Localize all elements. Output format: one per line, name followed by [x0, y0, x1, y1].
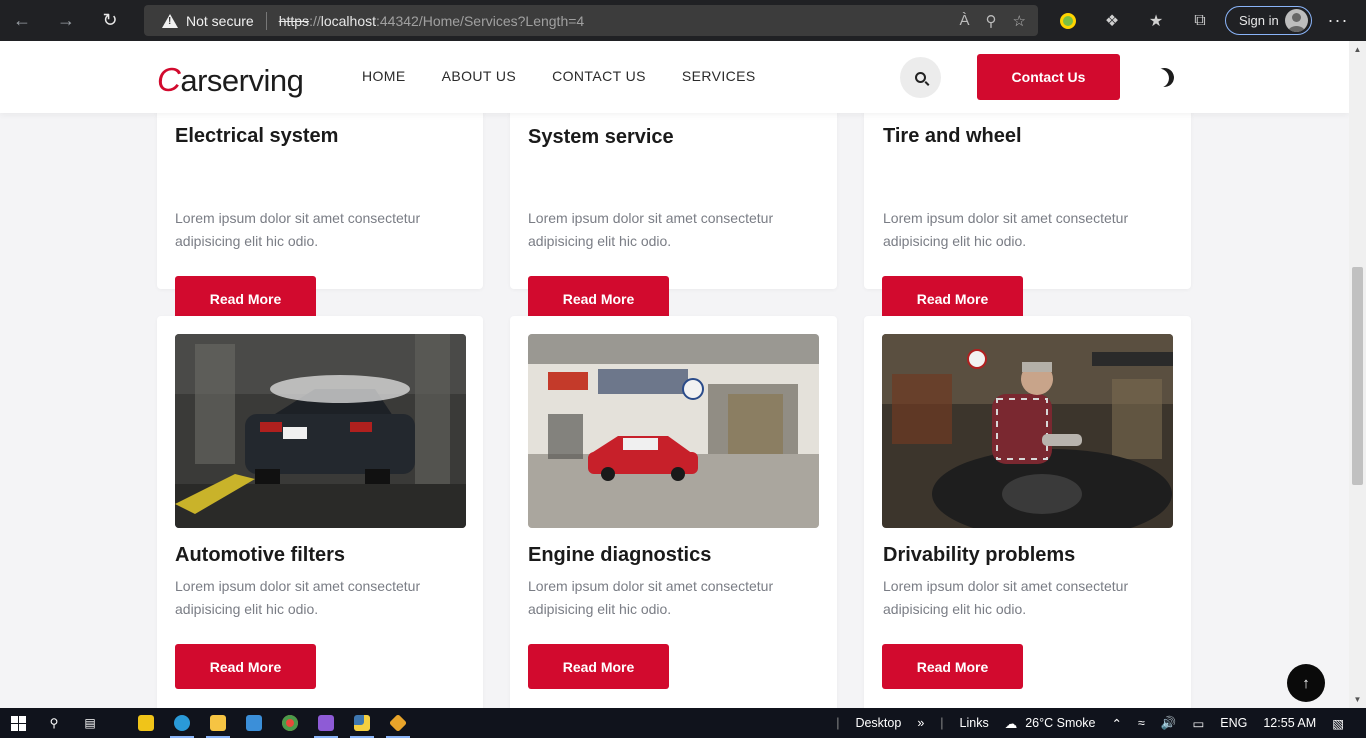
read-more-button[interactable]: Read More: [175, 276, 316, 321]
divider: |: [940, 716, 944, 730]
security-label: Not secure: [186, 12, 254, 29]
url-text[interactable]: https://localhost:44342/Home/Services?Le…: [279, 13, 585, 29]
page-viewport: Electrical system Lorem ipsum dolor sit …: [0, 41, 1349, 708]
divider: [108, 708, 128, 738]
edge-app-icon[interactable]: [164, 708, 200, 738]
collections-icon[interactable]: ⧉: [1178, 0, 1222, 41]
warning-icon: [162, 13, 178, 28]
address-bar[interactable]: Not secure https://localhost:44342/Home/…: [144, 5, 1038, 36]
language-indicator[interactable]: ENG: [1220, 716, 1247, 730]
task-view-icon[interactable]: ▤: [72, 708, 108, 738]
forward-icon[interactable]: →: [44, 0, 88, 41]
arrow-up-icon: ↑: [1302, 674, 1310, 692]
service-card: Drivability problems Lorem ipsum dolor s…: [864, 316, 1191, 708]
service-title: Tire and wheel: [883, 125, 1022, 147]
volume-icon[interactable]: 🔊: [1161, 716, 1177, 731]
mechanic-image: [882, 334, 1173, 528]
refresh-icon[interactable]: ↻: [88, 0, 132, 41]
divider: [265, 11, 267, 30]
service-card: Tire and wheel Lorem ipsum dolor sit ame…: [864, 91, 1191, 321]
service-title: System service: [528, 126, 674, 148]
service-title: Drivability problems: [883, 544, 1076, 566]
service-description: Lorem ipsum dolor sit amet consectetur a…: [883, 578, 1129, 617]
service-title: Automotive filters: [175, 544, 346, 566]
security-indicator[interactable]: Not secure: [144, 13, 254, 29]
mail-app-icon[interactable]: [236, 708, 272, 738]
car-wash-image: [175, 334, 466, 528]
links-toolbar[interactable]: Links: [960, 716, 989, 730]
service-card: Electrical system Lorem ipsum dolor sit …: [157, 91, 483, 321]
battery-icon[interactable]: ▭: [1192, 716, 1204, 731]
nav-link-services[interactable]: SERVICES: [682, 68, 756, 84]
read-more-button[interactable]: Read More: [882, 276, 1023, 321]
back-to-top-button[interactable]: ↑: [1287, 664, 1325, 702]
service-description: Lorem ipsum dolor sit amet consectetur a…: [528, 210, 774, 249]
notifications-icon[interactable]: ▧: [1332, 716, 1344, 731]
read-more-button[interactable]: Read More: [882, 644, 1023, 689]
chrome-app-icon[interactable]: [272, 708, 308, 738]
chevron-icon[interactable]: »: [917, 716, 924, 730]
service-title: Engine diagnostics: [528, 544, 712, 566]
read-more-button[interactable]: Read More: [528, 644, 669, 689]
extensions-icon[interactable]: ❖: [1090, 0, 1134, 41]
site-navbar: Carserving HOME ABOUT US CONTACT US SERV…: [0, 41, 1349, 113]
service-title: Electrical system: [175, 125, 339, 147]
start-button[interactable]: [0, 708, 36, 738]
read-more-button[interactable]: Read More: [175, 644, 316, 689]
service-description: Lorem ipsum dolor sit amet consectetur a…: [175, 210, 421, 249]
desktop-toolbar[interactable]: Desktop: [855, 716, 901, 730]
weather-icon: ☁: [1004, 716, 1018, 731]
scroll-up-icon[interactable]: ▲: [1349, 41, 1366, 58]
store-app-icon[interactable]: [128, 708, 164, 738]
clock[interactable]: 12:55 AM: [1263, 716, 1316, 730]
weather-text[interactable]: 26°C Smoke: [1025, 716, 1095, 730]
zoom-out-icon[interactable]: ⚲: [986, 12, 997, 30]
contact-us-button[interactable]: Contact Us: [977, 54, 1120, 100]
garage-image: [528, 334, 819, 528]
back-icon[interactable]: ←: [0, 0, 44, 41]
page-scrollbar[interactable]: ▲ ▼: [1349, 41, 1366, 708]
nav-link-home[interactable]: HOME: [362, 68, 406, 84]
extension-badge-icon[interactable]: [1046, 0, 1090, 41]
sign-in-label: Sign in: [1239, 13, 1279, 28]
visual-studio-icon[interactable]: [308, 708, 344, 738]
add-favorite-icon[interactable]: ☆: [1013, 12, 1026, 30]
search-button[interactable]: [900, 57, 941, 98]
avatar: [1285, 9, 1308, 32]
search-icon: [915, 72, 926, 83]
browser-toolbar: ← → ↻ Not secure https://localhost:44342…: [0, 0, 1366, 41]
file-explorer-icon[interactable]: [200, 708, 236, 738]
nav-link-about-us[interactable]: ABOUT US: [442, 68, 517, 84]
favorites-icon[interactable]: ★: [1134, 0, 1178, 41]
system-tray: | Desktop » | Links ☁ 26°C Smoke ⌃ ≈ 🔊 ▭…: [828, 708, 1366, 738]
service-description: Lorem ipsum dolor sit amet consectetur a…: [528, 578, 774, 617]
windows-taskbar: ⚲ ▤ | Desktop » | Links ☁ 26°C Smoke ⌃ ≈…: [0, 708, 1366, 738]
site-logo[interactable]: Carserving: [157, 61, 304, 99]
nav-link-contact-us[interactable]: CONTACT US: [552, 68, 646, 84]
sign-in-button[interactable]: Sign in: [1225, 6, 1312, 35]
scroll-thumb[interactable]: [1352, 267, 1363, 485]
service-description: Lorem ipsum dolor sit amet consectetur a…: [175, 578, 421, 617]
search-icon[interactable]: ⚲: [36, 708, 72, 738]
service-description: Lorem ipsum dolor sit amet consectetur a…: [883, 210, 1129, 249]
show-hidden-icons-icon[interactable]: ⌃: [1112, 716, 1122, 731]
read-aloud-icon[interactable]: À: [960, 12, 970, 29]
read-more-button[interactable]: Read More: [528, 276, 669, 321]
divider: |: [836, 716, 840, 730]
python-app-icon[interactable]: [344, 708, 380, 738]
more-options-icon[interactable]: ···: [1323, 0, 1353, 41]
wifi-icon[interactable]: ≈: [1138, 716, 1145, 730]
dark-mode-toggle-icon[interactable]: [1152, 65, 1176, 89]
service-card: Engine diagnostics Lorem ipsum dolor sit…: [510, 316, 837, 708]
windows-icon: [10, 715, 26, 731]
service-card: System service Lorem ipsum dolor sit ame…: [510, 91, 837, 321]
git-app-icon[interactable]: [380, 708, 416, 738]
service-card: Automotive filters Lorem ipsum dolor sit…: [157, 316, 483, 708]
main-menu: HOME ABOUT US CONTACT US SERVICES: [362, 68, 792, 84]
scroll-down-icon[interactable]: ▼: [1349, 691, 1366, 708]
